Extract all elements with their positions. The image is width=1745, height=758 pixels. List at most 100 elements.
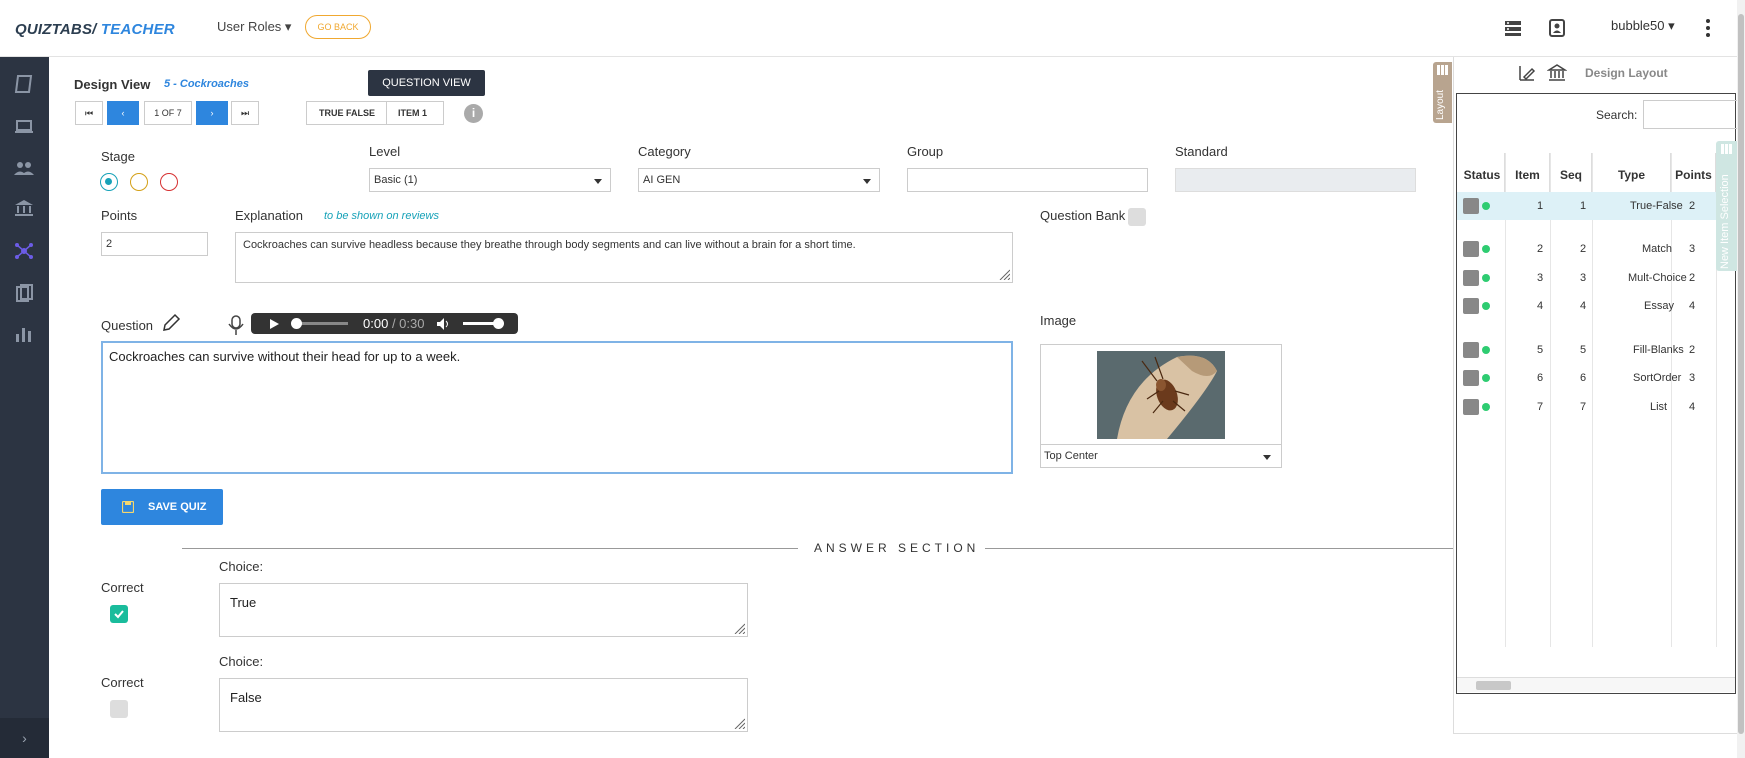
column-type[interactable]: Type (1593, 153, 1671, 197)
cell-item: 4 (1537, 300, 1544, 312)
chevron-down-icon (1263, 455, 1271, 460)
audio-current: 0:00 (363, 316, 389, 331)
scroll-thumb[interactable] (1738, 14, 1744, 734)
server-icon[interactable] (1503, 18, 1523, 38)
cell-item: 7 (1537, 401, 1544, 413)
bar-chart-icon[interactable] (12, 322, 36, 346)
status-checkbox[interactable] (1463, 270, 1479, 286)
level-select[interactable]: Basic (1) (369, 168, 611, 192)
cell-points: 4 (1689, 300, 1696, 312)
table-row[interactable]: 4 4 Essay 4 (1457, 292, 1735, 320)
table-row[interactable]: 1 1 True-False 2 (1457, 192, 1735, 220)
category-value: AI GEN (643, 174, 681, 186)
question-bank-checkbox[interactable] (1128, 208, 1146, 226)
new-item-selection-tab[interactable]: New Item Selection (1716, 141, 1737, 271)
cell-seq: 6 (1580, 372, 1587, 384)
image-position-select[interactable]: Top Center (1040, 444, 1282, 468)
prev-item-button[interactable]: ‹ (107, 101, 139, 125)
question-view-badge[interactable]: QUESTION VIEW (368, 70, 485, 96)
table-row[interactable]: 5 5 Fill-Blanks 2 (1457, 336, 1735, 364)
status-checkbox[interactable] (1463, 298, 1479, 314)
column-status[interactable]: Status (1460, 153, 1505, 197)
category-select[interactable]: AI GEN (638, 168, 880, 192)
table-row[interactable]: 2 2 Match 3 (1457, 235, 1735, 263)
cell-type: List (1650, 401, 1668, 413)
next-item-button[interactable]: › (196, 101, 228, 125)
status-dot (1482, 245, 1490, 253)
bank-icon[interactable] (1547, 63, 1567, 83)
table-row[interactable]: 7 7 List 4 (1457, 393, 1735, 421)
kebab-menu-icon[interactable] (1703, 18, 1713, 38)
correct-checkbox-2[interactable] (110, 700, 128, 718)
cell-seq: 7 (1580, 401, 1587, 413)
choice-input-1[interactable]: True (219, 583, 748, 637)
stage-radio-teal[interactable] (100, 173, 118, 191)
user-roles-dropdown[interactable]: User Roles ▾ (217, 19, 291, 35)
go-back-button[interactable]: GO BACK (305, 15, 371, 39)
column-seq[interactable]: Seq (1551, 153, 1592, 197)
play-icon[interactable] (268, 318, 280, 330)
points-input[interactable]: 2 (101, 232, 208, 256)
search-input[interactable] (1643, 100, 1737, 129)
standard-label: Standard (1175, 144, 1228, 159)
group-input[interactable] (907, 168, 1148, 192)
choice-text-2: False (230, 690, 262, 705)
status-checkbox[interactable] (1463, 198, 1479, 214)
microphone-icon[interactable] (227, 314, 245, 336)
audio-player[interactable]: 0:00 / 0:30 (251, 313, 518, 334)
item-label: ITEM 1 (398, 108, 428, 118)
resize-handle-icon[interactable] (733, 717, 745, 729)
status-checkbox[interactable] (1463, 342, 1479, 358)
correct-checkbox-1[interactable] (110, 605, 128, 623)
network-icon[interactable] (12, 239, 36, 263)
table-row[interactable]: 6 6 SortOrder 3 (1457, 364, 1735, 392)
audio-progress-thumb[interactable] (291, 318, 302, 329)
status-checkbox[interactable] (1463, 370, 1479, 386)
sidebar: › (0, 57, 49, 758)
cell-type: Mult-Choice (1628, 272, 1687, 284)
cell-points: 3 (1689, 243, 1696, 255)
page-vertical-scrollbar[interactable] (1737, 0, 1745, 758)
documents-icon[interactable] (12, 282, 36, 306)
first-item-button[interactable]: ⏮ (75, 101, 103, 125)
resize-handle-icon[interactable] (733, 622, 745, 634)
table-row[interactable]: 3 3 Mult-Choice 2 (1457, 264, 1735, 292)
resize-handle-icon[interactable] (998, 268, 1010, 280)
cell-type: Essay (1644, 300, 1674, 312)
cell-points: 4 (1689, 401, 1696, 413)
volume-thumb[interactable] (493, 318, 504, 329)
column-points[interactable]: Points (1672, 153, 1716, 197)
contact-card-icon[interactable] (1547, 18, 1567, 38)
info-icon[interactable]: i (464, 104, 483, 123)
design-layout-title: Design Layout (1585, 66, 1668, 80)
position-indicator: 1 OF 7 (144, 101, 192, 125)
choice-input-2[interactable]: False (219, 678, 748, 732)
explanation-textarea[interactable]: Cockroaches can survive headless because… (235, 232, 1013, 283)
status-dot (1482, 302, 1490, 310)
laptop-icon[interactable] (12, 115, 36, 139)
bank-icon[interactable] (12, 196, 36, 220)
edit-chart-icon[interactable] (1517, 63, 1537, 83)
sidebar-expand-button[interactable]: › (0, 718, 49, 758)
last-item-button[interactable]: ⏭ (231, 101, 259, 125)
book-icon[interactable] (12, 72, 36, 96)
column-item[interactable]: Item (1506, 153, 1550, 197)
pencil-icon[interactable] (160, 312, 182, 334)
users-icon[interactable] (12, 156, 36, 180)
brand-logo[interactable]: QUIZTABS/ TEACHER (15, 21, 175, 38)
answer-divider-left (182, 548, 798, 549)
volume-icon[interactable] (436, 317, 450, 331)
grid-icon (1721, 144, 1732, 154)
question-textarea[interactable]: Cockroaches can survive without their he… (101, 341, 1013, 474)
stage-radio-yellow[interactable] (130, 173, 148, 191)
cell-points: 2 (1689, 344, 1696, 356)
horizontal-scrollbar[interactable] (1457, 677, 1735, 692)
status-checkbox[interactable] (1463, 399, 1479, 415)
user-menu[interactable]: bubble50 ▾ (1611, 18, 1675, 34)
layout-tab[interactable]: Layout (1433, 62, 1452, 123)
scroll-thumb[interactable] (1476, 681, 1511, 690)
status-dot (1482, 403, 1490, 411)
status-checkbox[interactable] (1463, 241, 1479, 257)
save-quiz-button[interactable]: SAVE QUIZ (101, 489, 223, 525)
stage-radio-red[interactable] (160, 173, 178, 191)
